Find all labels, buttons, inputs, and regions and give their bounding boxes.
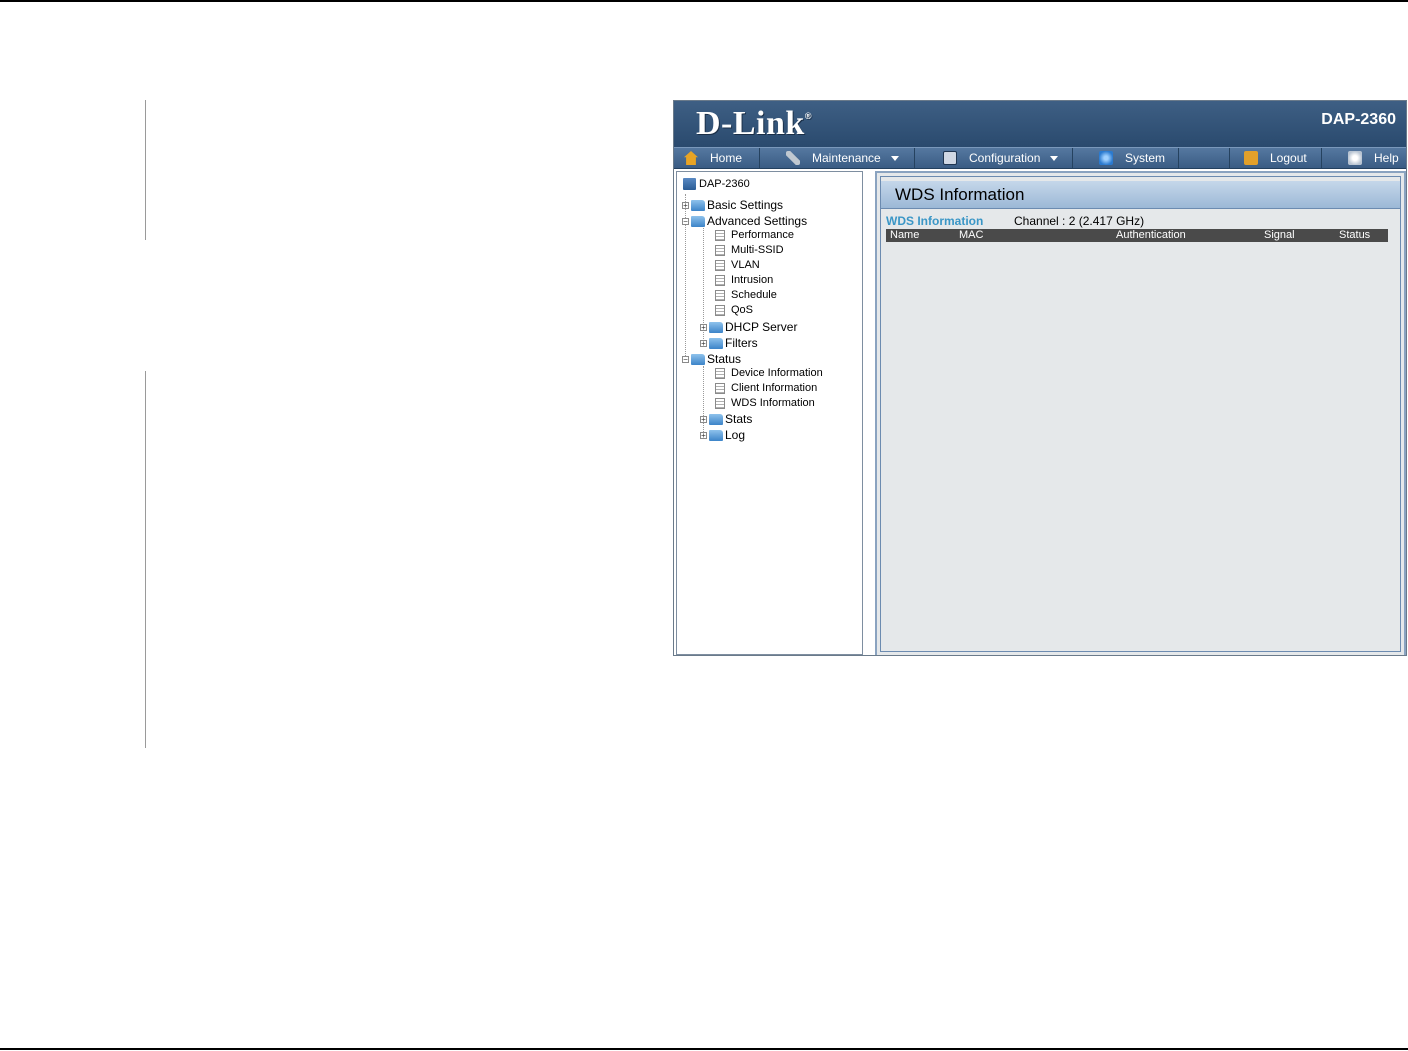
nav-configuration[interactable]: Configuration (915, 148, 1073, 168)
nav-help[interactable]: Help (1322, 148, 1406, 168)
expand-icon: + (700, 322, 707, 332)
top-nav: Home Maintenance Configuration System Lo… (674, 147, 1406, 169)
folder-open-icon (691, 215, 705, 227)
tools-icon (786, 151, 800, 165)
tree-advanced-settings[interactable]: − Advanced Settings (682, 214, 807, 228)
floppy-disk-icon (943, 151, 957, 165)
page-icon (715, 244, 725, 256)
collapse-icon: − (682, 354, 689, 364)
section-label: WDS Information (886, 214, 984, 228)
help-icon (1348, 151, 1362, 165)
nav-maintenance[interactable]: Maintenance (760, 148, 915, 168)
device-model: DAP-2360 (1321, 111, 1396, 128)
header-banner: D-Link® DAP-2360 (674, 101, 1406, 147)
folder-icon (709, 429, 723, 441)
globe-icon (1099, 151, 1113, 165)
dlink-logo: D-Link® (696, 105, 812, 142)
top-rule (0, 0, 1408, 2)
margin-line-lower (145, 371, 146, 748)
expand-icon: + (700, 338, 707, 348)
tree-item-intrusion[interactable]: Intrusion (715, 274, 773, 286)
nav-logout[interactable]: Logout (1230, 148, 1322, 168)
column-header-signal: Signal (1264, 229, 1295, 241)
tree-item-wds-information[interactable]: WDS Information (715, 397, 815, 409)
tree-item-multi-ssid[interactable]: Multi-SSID (715, 244, 784, 256)
tree-basic-settings[interactable]: + Basic Settings (682, 198, 783, 212)
page-icon (715, 229, 725, 241)
key-icon (1244, 151, 1258, 165)
expand-icon: + (682, 200, 689, 210)
nav-spacer (1179, 148, 1230, 168)
tree-log[interactable]: + Log (700, 428, 745, 442)
collapse-icon: − (682, 216, 689, 226)
tree-item-device-information[interactable]: Device Information (715, 367, 823, 379)
column-header-authentication: Authentication (1116, 229, 1186, 241)
home-icon (684, 151, 698, 165)
column-header-mac: MAC (959, 229, 984, 241)
tree-root[interactable]: DAP-2360 (683, 178, 750, 190)
page-icon (715, 397, 725, 409)
chevron-down-icon (890, 155, 899, 161)
content-panel: WDS Information WDS Information Channel … (875, 171, 1406, 655)
expand-icon: + (700, 414, 707, 424)
page-icon (715, 289, 725, 301)
bottom-rule (0, 1048, 1408, 1050)
folder-icon (709, 337, 723, 349)
margin-line-upper (145, 100, 146, 240)
chevron-down-icon (1050, 155, 1059, 161)
tree-item-vlan[interactable]: VLAN (715, 259, 760, 271)
page-icon (715, 367, 725, 379)
page-title: WDS Information (881, 181, 1400, 209)
folder-open-icon (691, 353, 705, 365)
tree-item-qos[interactable]: QoS (715, 304, 753, 316)
navigation-tree: DAP-2360 + Basic Settings − Advanced Set… (676, 171, 863, 655)
folder-icon (709, 413, 723, 425)
column-header-name: Name (890, 229, 920, 241)
tree-status[interactable]: − Status (682, 352, 741, 366)
computer-icon (683, 178, 696, 190)
tree-item-client-information[interactable]: Client Information (715, 382, 817, 394)
column-header-status: Status (1339, 229, 1371, 241)
channel-readout: Channel : 2 (2.417 GHz) (1014, 214, 1145, 228)
tree-dhcp-server[interactable]: + DHCP Server (700, 320, 797, 334)
expand-icon: + (700, 430, 707, 440)
folder-icon (709, 321, 723, 333)
folder-icon (691, 199, 705, 211)
content-inner: WDS Information WDS Information Channel … (880, 176, 1401, 652)
web-ui-screenshot: D-Link® DAP-2360 Home Maintenance Config… (673, 100, 1407, 656)
tree-item-performance[interactable]: Performance (715, 229, 794, 241)
tree-stats[interactable]: + Stats (700, 412, 752, 426)
nav-system[interactable]: System (1073, 148, 1179, 168)
tree-filters[interactable]: + Filters (700, 336, 758, 350)
wds-table-header: Name MAC Authentication Signal Status (886, 229, 1388, 242)
page-icon (715, 382, 725, 394)
tree-item-schedule[interactable]: Schedule (715, 289, 777, 301)
page-icon (715, 274, 725, 286)
nav-home[interactable]: Home (674, 148, 760, 168)
page-icon (715, 304, 725, 316)
page-icon (715, 259, 725, 271)
